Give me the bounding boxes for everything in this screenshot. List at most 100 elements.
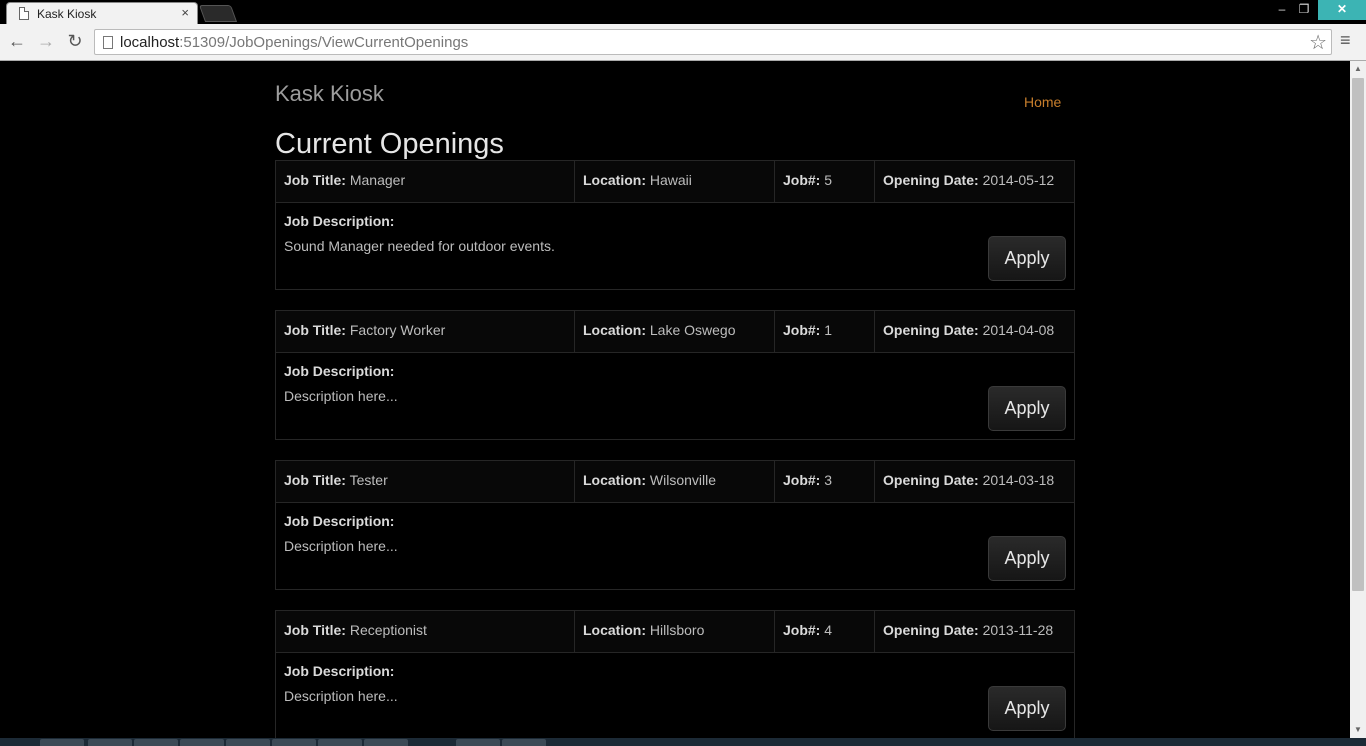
job-title-cell: Job Title: Manager	[276, 161, 575, 202]
job-description-label: Job Description:	[284, 363, 395, 379]
forward-arrow-icon[interactable]: →	[35, 30, 57, 52]
taskbar-item[interactable]	[226, 739, 270, 746]
job-number-value: 5	[824, 172, 833, 188]
job-description-text: Sound Manager needed for outdoor events.	[284, 238, 555, 254]
job-body: Job Description: Sound Manager needed fo…	[276, 203, 1074, 289]
location-label: Location:	[583, 322, 646, 338]
page-title: Current Openings	[275, 128, 504, 160]
tab-title: Kask Kiosk	[37, 7, 97, 21]
job-location-cell: Location: Wilsonville	[575, 461, 775, 502]
apply-button[interactable]: Apply	[988, 686, 1066, 731]
reload-icon[interactable]: ↻	[64, 30, 86, 52]
job-number-label: Job#:	[783, 622, 821, 638]
job-card: Job Title: Receptionist Location: Hillsb…	[275, 610, 1075, 738]
opening-date-value: 2014-04-08	[982, 322, 1055, 338]
job-number-label: Job#:	[783, 172, 821, 188]
job-title-cell: Job Title: Tester	[276, 461, 575, 502]
taskbar-item[interactable]	[272, 739, 316, 746]
location-label: Location:	[583, 172, 646, 188]
browser-toolbar: ← → ↻ localhost:51309/JobOpenings/ViewCu…	[0, 24, 1366, 61]
job-card: Job Title: Tester Location: Wilsonville …	[275, 460, 1075, 590]
taskbar-item[interactable]	[180, 739, 224, 746]
maximize-icon[interactable]: ❐	[1290, 0, 1318, 20]
job-title-label: Job Title:	[284, 622, 346, 638]
browser-tab[interactable]: Kask Kiosk ×	[6, 2, 198, 24]
taskbar-item[interactable]	[134, 739, 178, 746]
location-value: Hawaii	[649, 172, 692, 188]
nav-home-link[interactable]: Home	[1024, 94, 1061, 110]
apply-button[interactable]: Apply	[988, 536, 1066, 581]
job-number-label: Job#:	[783, 472, 821, 488]
taskbar-item[interactable]	[364, 739, 408, 746]
location-label: Location:	[583, 622, 646, 638]
new-tab-button[interactable]	[198, 5, 238, 22]
taskbar-item[interactable]	[318, 739, 362, 746]
location-value: Hillsboro	[649, 622, 705, 638]
job-header-row: Job Title: Receptionist Location: Hillsb…	[276, 611, 1074, 653]
os-taskbar	[0, 738, 1366, 746]
taskbar-item[interactable]	[40, 739, 84, 746]
url-host: localhost	[120, 34, 180, 51]
location-label: Location:	[583, 472, 646, 488]
bookmark-star-icon[interactable]: ☆	[1309, 30, 1327, 55]
job-location-cell: Location: Hawaii	[575, 161, 775, 202]
url-path: :51309/JobOpenings/ViewCurrentOpenings	[179, 34, 469, 51]
site-brand[interactable]: Kask Kiosk	[275, 81, 384, 107]
apply-button[interactable]: Apply	[988, 386, 1066, 431]
job-title-value: Tester	[349, 472, 388, 488]
job-card: Job Title: Manager Location: Hawaii Job#…	[275, 160, 1075, 290]
job-location-cell: Location: Hillsboro	[575, 611, 775, 652]
page-viewport: Kask Kiosk Home Current Openings Job Tit…	[0, 61, 1350, 738]
opening-date-label: Opening Date:	[883, 322, 979, 338]
job-title-value: Receptionist	[349, 622, 427, 638]
job-number-cell: Job#: 5	[775, 161, 875, 202]
opening-date-cell: Opening Date: 2013-11-28	[875, 611, 1074, 652]
job-number-value: 1	[824, 322, 833, 338]
taskbar-item[interactable]	[456, 739, 500, 746]
address-bar[interactable]: localhost:51309/JobOpenings/ViewCurrentO…	[94, 29, 1332, 55]
back-arrow-icon[interactable]: ←	[6, 30, 28, 52]
job-body: Job Description: Description here... App…	[276, 503, 1074, 589]
opening-date-label: Opening Date:	[883, 172, 979, 188]
job-title-value: Manager	[349, 172, 406, 188]
taskbar-item[interactable]	[502, 739, 546, 746]
browser-titlebar: Kask Kiosk × – ❐ ✕	[0, 0, 1366, 24]
opening-date-value: 2014-05-12	[982, 172, 1055, 188]
location-value: Wilsonville	[649, 472, 717, 488]
scrollbar-thumb[interactable]	[1352, 78, 1364, 591]
job-header-row: Job Title: Tester Location: Wilsonville …	[276, 461, 1074, 503]
opening-date-cell: Opening Date: 2014-05-12	[875, 161, 1074, 202]
opening-date-value: 2014-03-18	[982, 472, 1055, 488]
job-body: Job Description: Description here... App…	[276, 353, 1074, 439]
url-text[interactable]: localhost:51309/JobOpenings/ViewCurrentO…	[120, 34, 468, 51]
browser-menu-icon[interactable]: ≡	[1340, 30, 1351, 51]
tab-close-icon[interactable]: ×	[181, 5, 189, 20]
apply-button[interactable]: Apply	[988, 236, 1066, 281]
job-header-row: Job Title: Factory Worker Location: Lake…	[276, 311, 1074, 353]
page-icon	[103, 36, 113, 49]
job-description-text: Description here...	[284, 688, 398, 704]
job-location-cell: Location: Lake Oswego	[575, 311, 775, 352]
job-body: Job Description: Description here... App…	[276, 653, 1074, 738]
job-title-cell: Job Title: Factory Worker	[276, 311, 575, 352]
page-favicon-icon	[19, 7, 29, 20]
opening-date-cell: Opening Date: 2014-03-18	[875, 461, 1074, 502]
window-close-icon[interactable]: ✕	[1318, 0, 1366, 20]
job-title-cell: Job Title: Receptionist	[276, 611, 575, 652]
opening-date-label: Opening Date:	[883, 472, 979, 488]
page-scrollbar[interactable]: ▲ ▼	[1350, 61, 1366, 738]
scroll-up-arrow-icon[interactable]: ▲	[1350, 61, 1366, 77]
job-number-value: 4	[824, 622, 833, 638]
job-title-label: Job Title:	[284, 472, 346, 488]
scroll-down-arrow-icon[interactable]: ▼	[1350, 722, 1366, 738]
job-title-value: Factory Worker	[349, 322, 446, 338]
job-number-label: Job#:	[783, 322, 821, 338]
job-description-label: Job Description:	[284, 663, 395, 679]
job-description-text: Description here...	[284, 538, 398, 554]
opening-date-value: 2013-11-28	[982, 622, 1054, 638]
opening-date-cell: Opening Date: 2014-04-08	[875, 311, 1074, 352]
taskbar-item[interactable]	[88, 739, 132, 746]
job-number-cell: Job#: 4	[775, 611, 875, 652]
job-header-row: Job Title: Manager Location: Hawaii Job#…	[276, 161, 1074, 203]
job-number-value: 3	[824, 472, 833, 488]
